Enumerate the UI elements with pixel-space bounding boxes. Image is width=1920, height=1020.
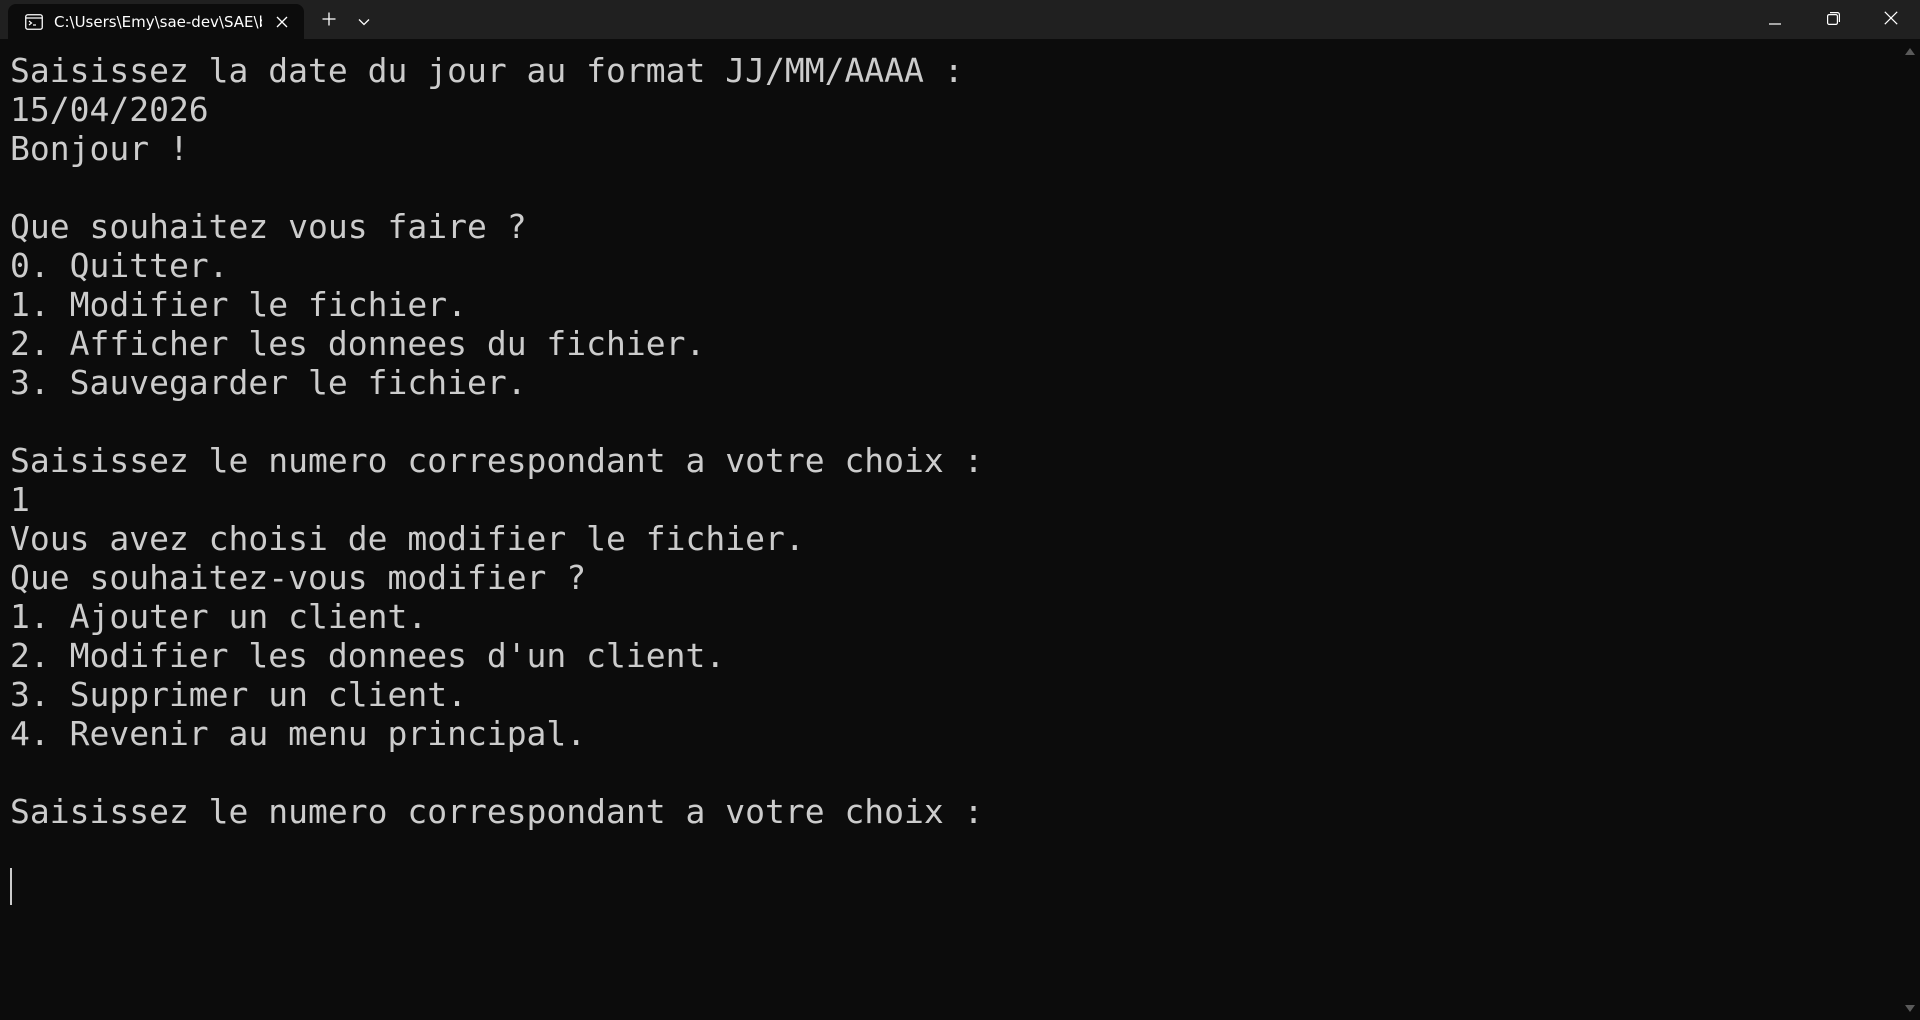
terminal-line: 0. Quitter. [10,246,229,285]
terminal-line: 2. Afficher les donnees du fichier. [10,324,706,363]
terminal-line: 3. Sauvegarder le fichier. [10,363,527,402]
terminal-line: 3. Supprimer un client. [10,675,467,714]
tab-title: C:\Users\Emy\sae-dev\SAE\bi [54,12,262,31]
terminal-line: 1. Ajouter un client. [10,597,428,636]
close-window-button[interactable] [1862,0,1920,39]
terminal-icon [22,10,46,34]
terminal-line: Saisissez le numero correspondant a votr… [10,792,984,831]
title-bar: C:\Users\Emy\sae-dev\SAE\bi [0,0,1920,39]
scroll-down-icon[interactable] [1900,998,1920,1018]
minimize-icon [1769,10,1781,29]
terminal-line: 15/04/2026 [10,90,209,129]
terminal-line: 1 [10,480,30,519]
close-tab-icon[interactable] [270,10,294,34]
terminal-line: Bonjour ! [10,129,189,168]
terminal-line: 2. Modifier les donnees d'un client. [10,636,726,675]
tab-dropdown-button[interactable] [348,4,380,36]
text-cursor [10,868,12,905]
minimize-button[interactable] [1746,0,1804,39]
restore-icon [1826,10,1840,29]
new-tab-button[interactable] [310,4,348,36]
restore-button[interactable] [1804,0,1862,39]
chevron-down-icon [358,11,370,30]
terminal-line: Que souhaitez vous faire ? [10,207,527,246]
terminal-line: 4. Revenir au menu principal. [10,714,587,753]
terminal-output[interactable]: Saisissez la date du jour au format JJ/M… [0,39,1900,1020]
close-icon [1884,10,1898,29]
tab-terminal[interactable]: C:\Users\Emy\sae-dev\SAE\bi [8,4,304,39]
terminal-text: Saisissez la date du jour au format JJ/M… [10,51,984,831]
title-bar-drag-region[interactable] [380,0,1746,39]
terminal-line: Saisissez le numero correspondant a votr… [10,441,984,480]
terminal-line: Saisissez la date du jour au format JJ/M… [10,51,964,90]
terminal-line: Vous avez choisi de modifier le fichier. [10,519,805,558]
vertical-scrollbar[interactable] [1900,39,1920,1020]
plus-icon [322,11,336,30]
terminal-line: Que souhaitez-vous modifier ? [10,558,587,597]
scroll-up-icon[interactable] [1900,41,1920,61]
terminal-line: 1. Modifier le fichier. [10,285,467,324]
